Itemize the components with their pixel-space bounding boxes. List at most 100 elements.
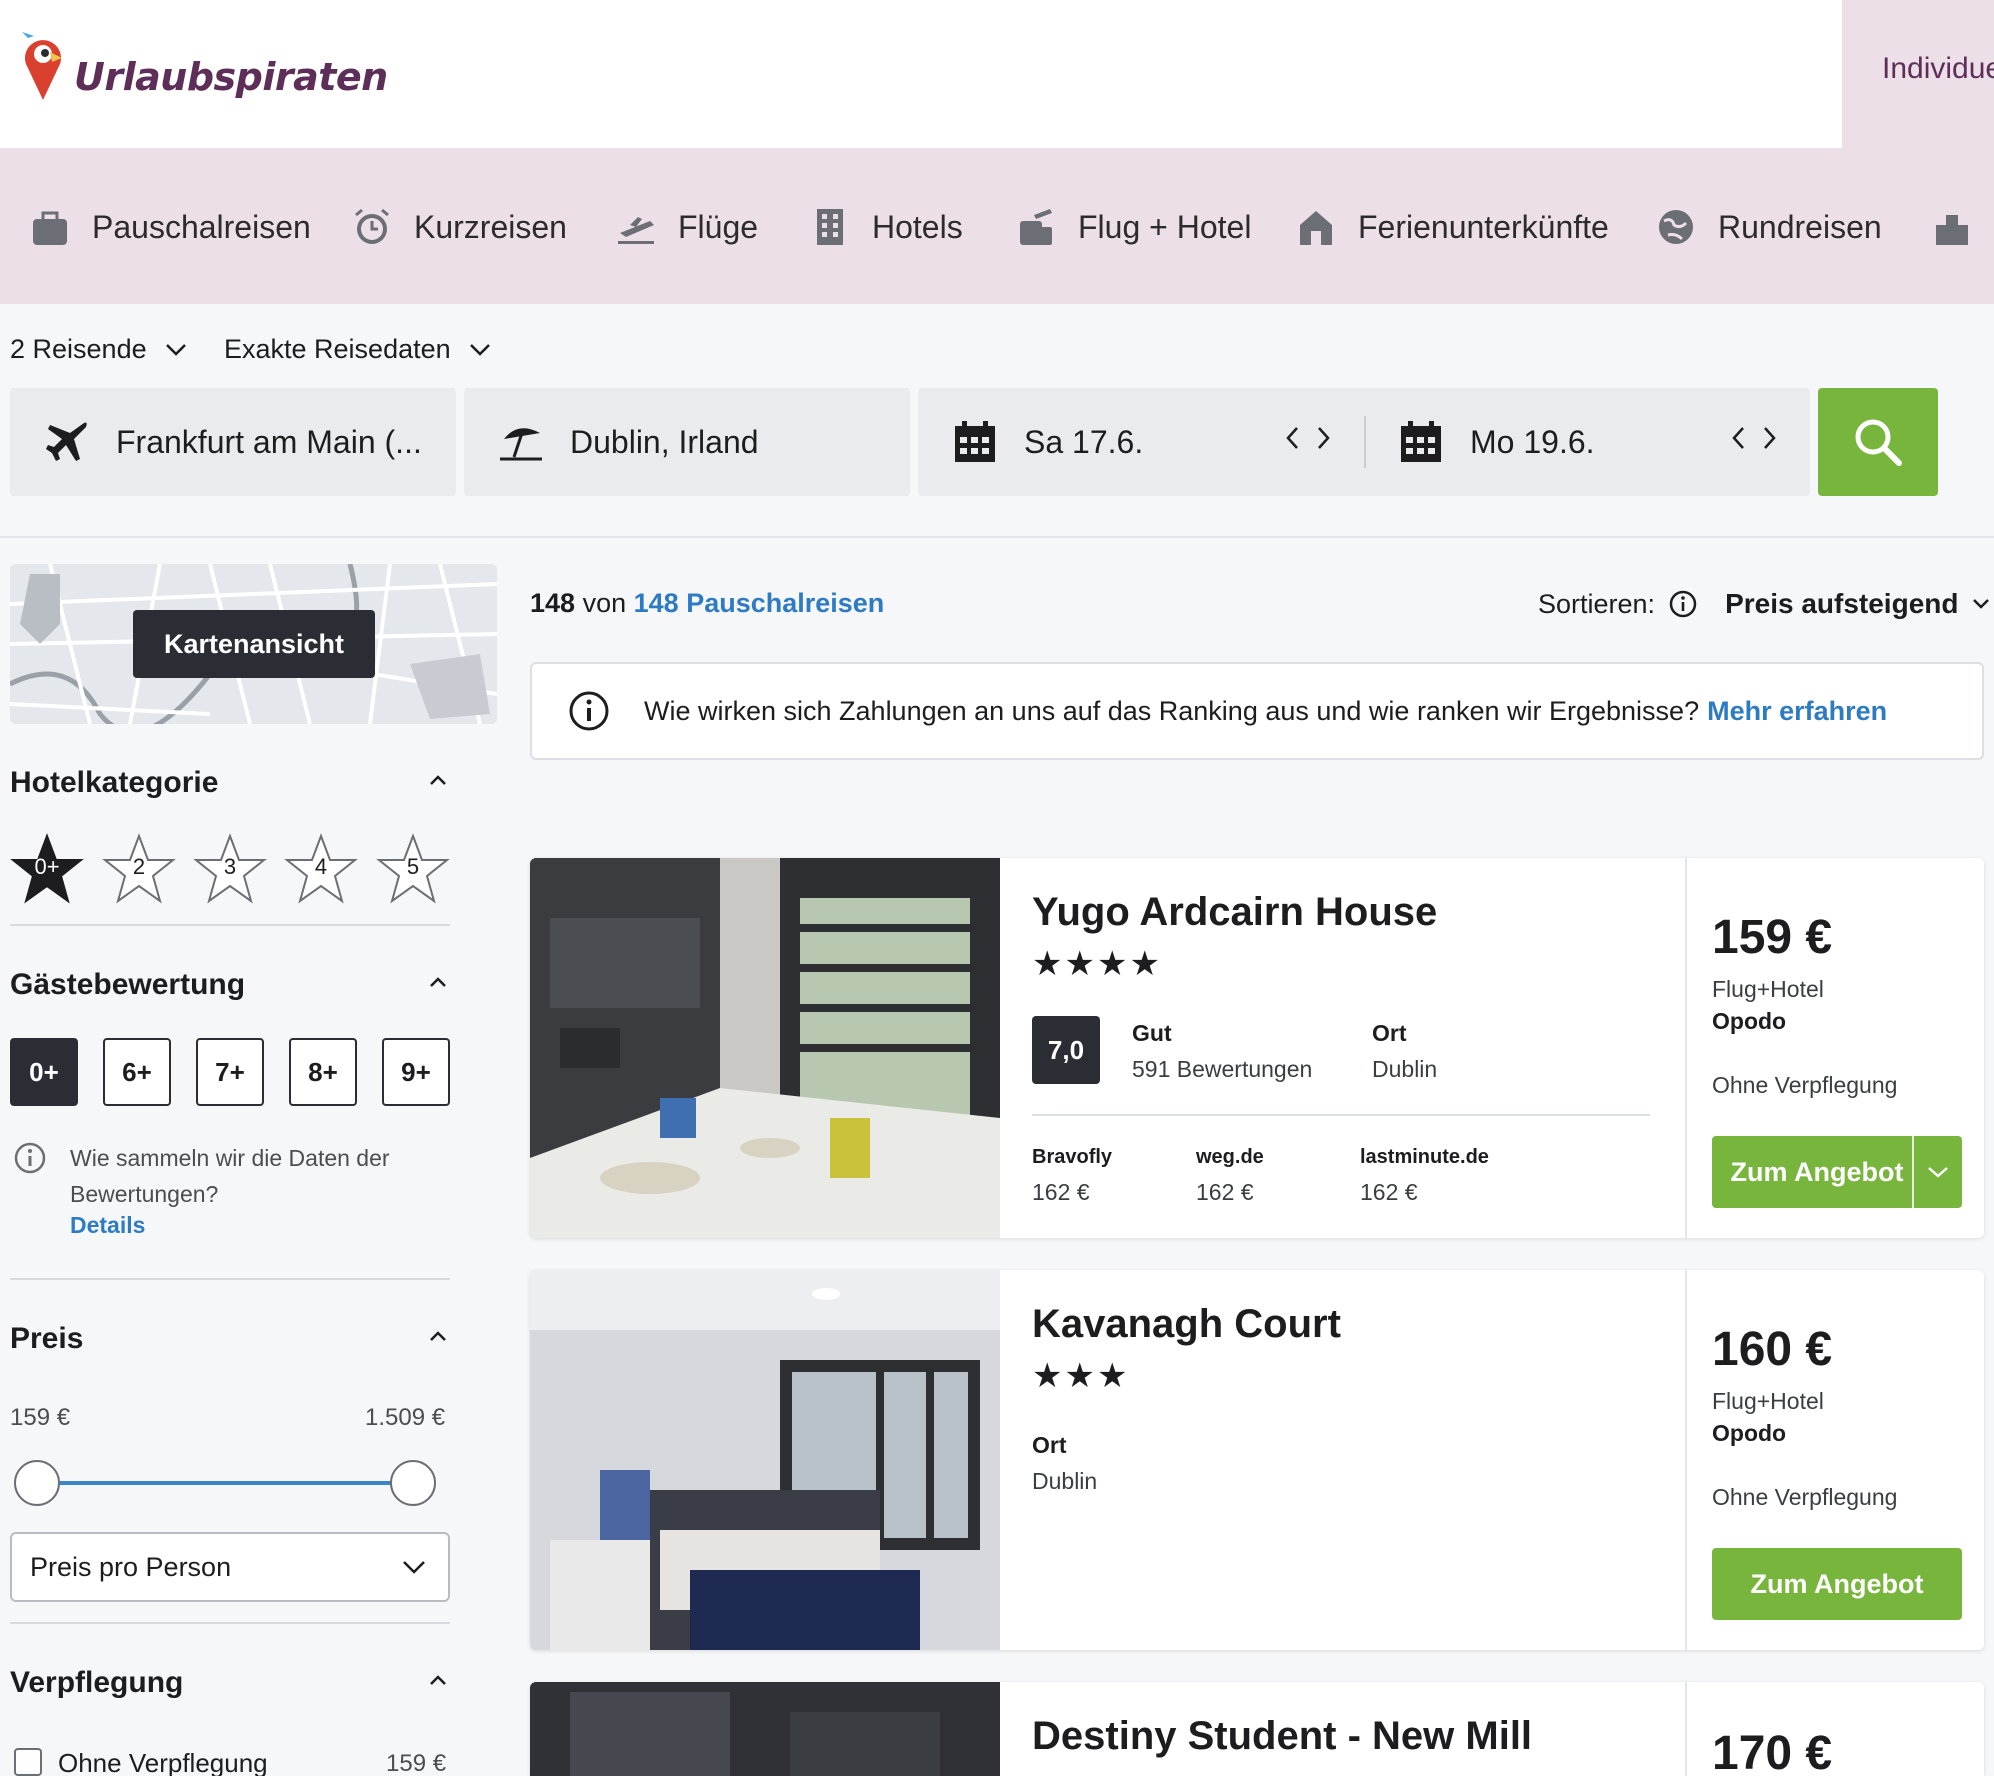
rating-data-note: Wie sammeln wir die Daten der Bewertunge… — [70, 1145, 390, 1207]
hotel-price: 170 € — [1712, 1727, 1833, 1776]
chevron-left-icon[interactable] — [1284, 424, 1300, 452]
offer-button[interactable]: Zum Angebot — [1712, 1136, 1962, 1208]
hotel-photo[interactable] — [530, 1270, 1000, 1650]
nav-item-kurzreisen[interactable]: Kurzreisen — [352, 205, 567, 249]
logo[interactable]: Urlaubspiraten — [20, 30, 388, 102]
header-tab-label: Individue — [1882, 52, 1994, 85]
price-slider-track[interactable] — [38, 1481, 414, 1485]
provider-offer[interactable]: weg.de 162 € — [1196, 1146, 1264, 1206]
star-filter-2[interactable]: 2 — [102, 832, 176, 906]
provider-offer[interactable]: lastminute.de 162 € — [1360, 1146, 1489, 1206]
map-preview[interactable]: Kartenansicht — [10, 564, 497, 724]
price-type: Flug+Hotel — [1712, 1388, 1824, 1414]
hotel-card[interactable]: Yugo Ardcairn House ★★★★ 7,0 Gut 591 Bew… — [530, 858, 1984, 1238]
chevron-up-icon[interactable] — [428, 1330, 448, 1342]
divider — [1032, 1114, 1650, 1116]
nav-item-flug-hotel[interactable]: Flug + Hotel — [1016, 205, 1251, 249]
hotel-card[interactable]: Destiny Student - New Mill 170 € — [530, 1682, 1984, 1776]
date-field[interactable]: Sa 17.6. Mo 19.6. — [918, 388, 1810, 496]
rating-filter-0[interactable]: 0+ — [10, 1038, 78, 1106]
hotel-card[interactable]: Kavanagh Court ★★★ Ort Dublin 160 € Flug… — [530, 1270, 1984, 1650]
search-panel: 2 Reisende Exakte Reisedaten Frankfurt a… — [0, 304, 1994, 538]
chevron-down-icon — [403, 1561, 425, 1574]
destination-field[interactable]: Dublin, Irland — [464, 388, 910, 496]
rating-filter-8[interactable]: 8+ — [289, 1038, 357, 1106]
hotel-name[interactable]: Yugo Ardcairn House — [1032, 890, 1437, 935]
location-value: Dublin — [1372, 1056, 1438, 1082]
rating-filter-6[interactable]: 6+ — [103, 1038, 171, 1106]
date-from[interactable]: Sa 17.6. — [918, 388, 1143, 496]
star-filter-4[interactable]: 4 — [284, 832, 358, 906]
nav-item-fluege[interactable]: Flüge — [616, 205, 758, 249]
star-filter-0[interactable]: 0+ — [10, 832, 84, 906]
board-type: Ohne Verpflegung — [1712, 1484, 1898, 1510]
hotel-stars: ★★★ — [1032, 1357, 1130, 1395]
parrot-logo-icon — [22, 32, 62, 100]
more-offers-toggle[interactable] — [1914, 1166, 1962, 1178]
travellers-dropdown[interactable]: 2 Reisende — [10, 334, 187, 365]
chevron-down-icon — [1973, 599, 1990, 609]
hotel-name[interactable]: Kavanagh Court — [1032, 1302, 1341, 1347]
chevron-right-icon[interactable] — [1762, 424, 1778, 452]
castle-icon — [1936, 215, 1968, 245]
price-provider: Opodo — [1712, 1420, 1787, 1446]
rating-filter-9[interactable]: 9+ — [382, 1038, 450, 1106]
date-to-stepper[interactable] — [1730, 424, 1778, 452]
globe-icon — [1659, 210, 1693, 244]
divider — [1685, 858, 1687, 1238]
location-label: Ort — [1032, 1432, 1067, 1458]
date-to[interactable]: Mo 19.6. — [1364, 388, 1595, 496]
divider — [10, 1622, 450, 1624]
date-from-stepper[interactable] — [1284, 424, 1332, 452]
sort-value: Preis aufsteigend — [1725, 588, 1959, 619]
price-slider-min-handle[interactable] — [14, 1460, 60, 1506]
offer-button[interactable]: Zum Angebot — [1712, 1548, 1962, 1620]
location-value: Dublin — [1032, 1468, 1098, 1494]
price-slider-max-handle[interactable] — [390, 1460, 436, 1506]
hotel-price: 160 € — [1712, 1323, 1833, 1376]
review-count[interactable]: 591 Bewertungen — [1132, 1056, 1312, 1083]
nav-item-rundreisen[interactable]: Rundreisen — [1656, 205, 1882, 249]
hotel-stars: ★★★★ — [1032, 945, 1162, 983]
hotel-name[interactable]: Destiny Student - New Mill — [1032, 1714, 1532, 1759]
search-button[interactable] — [1818, 388, 1938, 496]
calendar-icon — [1401, 421, 1441, 462]
nav-item-more[interactable] — [1932, 205, 1994, 249]
nav-item-ferienunterkuenfte[interactable]: Ferienunterkünfte — [1296, 205, 1609, 249]
star-filter-5[interactable]: 5 — [376, 832, 450, 906]
board-type: Ohne Verpflegung — [1712, 1072, 1898, 1098]
chevron-right-icon[interactable] — [1316, 424, 1332, 452]
star-filter-3[interactable]: 3 — [193, 832, 267, 906]
hotel-category-title: Hotelkategorie — [10, 766, 219, 799]
chevron-up-icon[interactable] — [428, 1674, 448, 1686]
site-header: Urlaubspiraten Individue — [0, 0, 1994, 148]
info-icon — [569, 691, 609, 731]
luggage-icon — [1020, 209, 1052, 245]
rating-filter-7[interactable]: 7+ — [196, 1038, 264, 1106]
chevron-left-icon[interactable] — [1730, 424, 1746, 452]
provider-offer[interactable]: Bravofly 162 € — [1032, 1146, 1112, 1206]
hotel-photo[interactable] — [530, 858, 1000, 1238]
learn-more-link[interactable]: Mehr erfahren — [1707, 696, 1887, 727]
nav-item-pauschalreisen[interactable]: Pauschalreisen — [30, 205, 311, 249]
origin-field[interactable]: Frankfurt am Main (... — [10, 388, 456, 496]
header-tab-individual[interactable]: Individue — [1842, 0, 1994, 148]
price-mode-select[interactable]: Preis pro Person — [10, 1532, 450, 1602]
map-view-button[interactable]: Kartenansicht — [133, 610, 375, 678]
hotel-photo-image — [530, 1270, 1000, 1650]
hotel-photo[interactable] — [530, 1682, 1000, 1776]
price-max-label: 1.509 € — [365, 1404, 446, 1431]
sort-control[interactable]: Sortieren: Preis aufsteigend — [1538, 588, 1990, 620]
total-results-link[interactable]: 148 Pauschalreisen — [634, 588, 885, 618]
board-checkbox[interactable] — [14, 1748, 42, 1776]
house-icon — [1300, 211, 1332, 245]
chevron-up-icon[interactable] — [428, 976, 448, 988]
location-label: Ort — [1372, 1020, 1407, 1046]
date-mode-dropdown[interactable]: Exakte Reisedaten — [224, 334, 491, 365]
nav-item-hotels[interactable]: Hotels — [810, 205, 963, 249]
chevron-up-icon[interactable] — [428, 774, 448, 786]
airplane-icon — [46, 422, 87, 461]
divider — [10, 1278, 450, 1280]
info-icon[interactable] — [1669, 590, 1697, 618]
rating-details-link[interactable]: Details — [70, 1212, 145, 1239]
